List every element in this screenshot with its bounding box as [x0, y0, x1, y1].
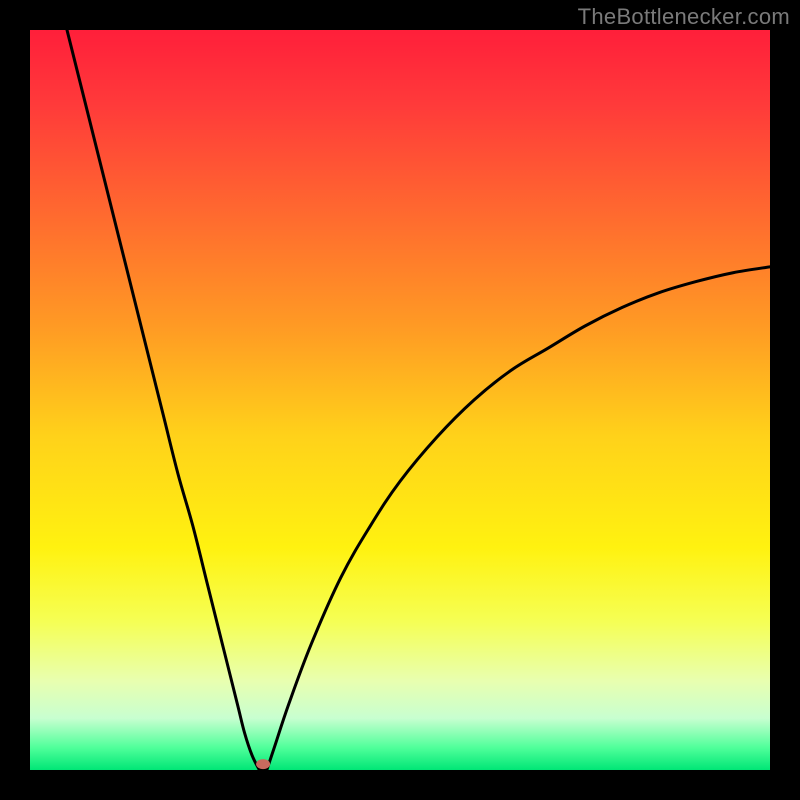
chart-svg	[30, 30, 770, 770]
min-marker	[256, 759, 270, 769]
gradient-background	[30, 30, 770, 770]
watermark-text: TheBottlenecker.com	[578, 4, 790, 30]
chart-frame	[30, 30, 770, 770]
